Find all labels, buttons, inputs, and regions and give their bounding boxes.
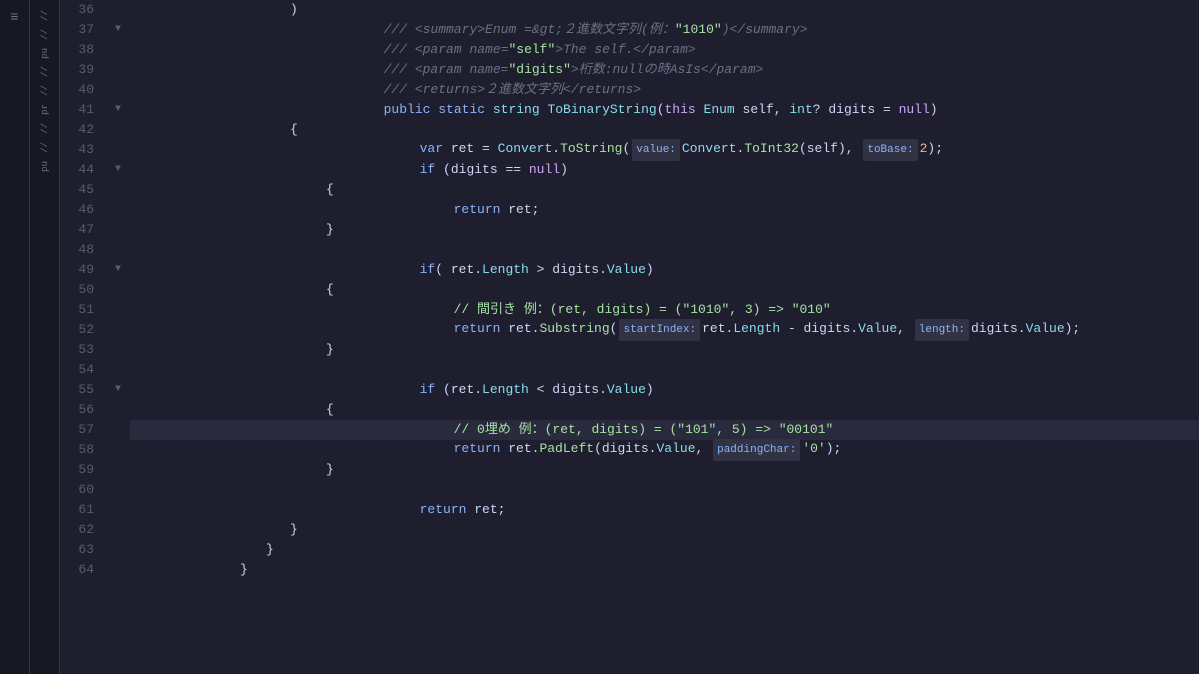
code-line-49: if( ret.Length > digits.Value) bbox=[130, 260, 1199, 280]
fold-43 bbox=[110, 140, 126, 160]
explorer-icon[interactable]: ≡ bbox=[1, 4, 29, 32]
ln-63: 63 bbox=[60, 540, 102, 560]
fold-50 bbox=[110, 280, 126, 300]
fold-48 bbox=[110, 240, 126, 260]
fold-57 bbox=[110, 420, 126, 440]
code-lines[interactable]: ) /// <summary>Enum =&gt;２進数文字列(例："1010"… bbox=[126, 0, 1199, 674]
ln-40: 40 bbox=[60, 80, 102, 100]
ln-36: 36 bbox=[60, 0, 102, 20]
code-line-52: return ret.Substring(startIndex:ret.Leng… bbox=[130, 320, 1199, 340]
fold-39 bbox=[110, 60, 126, 80]
fold-51 bbox=[110, 300, 126, 320]
fold-54 bbox=[110, 360, 126, 380]
code-area: 36 37 38 39 40 41 42 43 44 45 46 47 48 4… bbox=[60, 0, 1199, 674]
code-line-41: public static string ToBinaryString(this… bbox=[130, 100, 1199, 120]
sidebar-label-2: // bbox=[40, 29, 50, 40]
ln-42: 42 bbox=[60, 120, 102, 140]
fold-59 bbox=[110, 460, 126, 480]
ln-46: 46 bbox=[60, 200, 102, 220]
fold-45 bbox=[110, 180, 126, 200]
sidebar-label-7: // bbox=[40, 123, 50, 134]
fold-53 bbox=[110, 340, 126, 360]
fold-64 bbox=[110, 560, 126, 580]
fold-58 bbox=[110, 440, 126, 460]
fold-62 bbox=[110, 520, 126, 540]
editor-container: ≡ // // pu // // pr // // pu 36 37 38 39… bbox=[0, 0, 1199, 674]
ln-41: 41 bbox=[60, 100, 102, 120]
fold-49[interactable]: ▼ bbox=[110, 260, 126, 280]
fold-47 bbox=[110, 220, 126, 240]
main-content: 36 37 38 39 40 41 42 43 44 45 46 47 48 4… bbox=[60, 0, 1199, 674]
fold-gutter: ▼ ▼ ▼ ▼ ▼ bbox=[110, 0, 126, 674]
ln-51: 51 bbox=[60, 300, 102, 320]
fold-56 bbox=[110, 400, 126, 420]
code-line-58: return ret.PadLeft(digits.Value, padding… bbox=[130, 440, 1199, 460]
code-line-64: } bbox=[130, 560, 1199, 580]
ln-60: 60 bbox=[60, 480, 102, 500]
code-line-44: if (digits == null) bbox=[130, 160, 1199, 180]
ln-38: 38 bbox=[60, 40, 102, 60]
sidebar-label-8: // bbox=[40, 142, 50, 153]
fold-37[interactable]: ▼ bbox=[110, 20, 126, 40]
sidebar-label-5: // bbox=[40, 85, 50, 96]
ln-52: 52 bbox=[60, 320, 102, 340]
sidebar-label-4: // bbox=[40, 66, 50, 77]
fold-44[interactable]: ▼ bbox=[110, 160, 126, 180]
code-line-63: } bbox=[130, 540, 1199, 560]
fold-41[interactable]: ▼ bbox=[110, 100, 126, 120]
code-line-55: if (ret.Length < digits.Value) bbox=[130, 380, 1199, 400]
ln-53: 53 bbox=[60, 340, 102, 360]
ln-54: 54 bbox=[60, 360, 102, 380]
fold-36 bbox=[110, 0, 126, 20]
ln-47: 47 bbox=[60, 220, 102, 240]
fold-61 bbox=[110, 500, 126, 520]
fold-60 bbox=[110, 480, 126, 500]
ln-64: 64 bbox=[60, 560, 102, 580]
fold-40 bbox=[110, 80, 126, 100]
ln-37: 37 bbox=[60, 20, 102, 40]
ln-49: 49 bbox=[60, 260, 102, 280]
ln-58: 58 bbox=[60, 440, 102, 460]
ln-39: 39 bbox=[60, 60, 102, 80]
code-line-53: } bbox=[130, 340, 1199, 360]
sidebar-label-9: pu bbox=[40, 161, 50, 172]
ln-50: 50 bbox=[60, 280, 102, 300]
code-line-46: return ret; bbox=[130, 200, 1199, 220]
ln-57: 57 bbox=[60, 420, 102, 440]
mini-sidebar: // // pu // // pr // // pu bbox=[30, 0, 60, 674]
ln-59: 59 bbox=[60, 460, 102, 480]
ln-56: 56 bbox=[60, 400, 102, 420]
ln-43: 43 bbox=[60, 140, 102, 160]
code-line-59: } bbox=[130, 460, 1199, 480]
fold-38 bbox=[110, 40, 126, 60]
ln-62: 62 bbox=[60, 520, 102, 540]
fold-42 bbox=[110, 120, 126, 140]
ln-55: 55 bbox=[60, 380, 102, 400]
sidebar-label-6: pr bbox=[40, 104, 50, 115]
line-numbers: 36 37 38 39 40 41 42 43 44 45 46 47 48 4… bbox=[60, 0, 110, 674]
fold-46 bbox=[110, 200, 126, 220]
sidebar-label-3: pu bbox=[40, 48, 50, 59]
fold-52 bbox=[110, 320, 126, 340]
code-line-61: return ret; bbox=[130, 500, 1199, 520]
ln-61: 61 bbox=[60, 500, 102, 520]
code-line-47: } bbox=[130, 220, 1199, 240]
code-line-62: } bbox=[130, 520, 1199, 540]
ln-45: 45 bbox=[60, 180, 102, 200]
ln-48: 48 bbox=[60, 240, 102, 260]
sidebar-label-1: // bbox=[40, 10, 50, 21]
fold-55[interactable]: ▼ bbox=[110, 380, 126, 400]
activity-bar: ≡ bbox=[0, 0, 30, 674]
ln-44: 44 bbox=[60, 160, 102, 180]
fold-63 bbox=[110, 540, 126, 560]
